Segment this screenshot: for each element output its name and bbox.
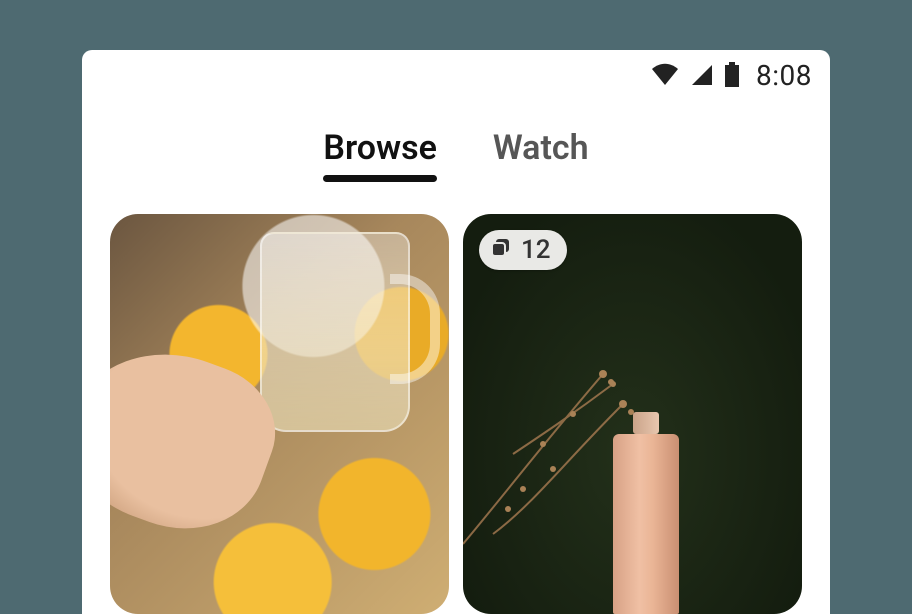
tab-browse[interactable]: Browse bbox=[323, 128, 436, 168]
battery-icon bbox=[724, 62, 740, 88]
card-lemons[interactable] bbox=[110, 214, 449, 614]
wifi-icon bbox=[650, 63, 680, 87]
pitcher-illustration bbox=[260, 232, 410, 432]
device-frame: 8:08 Browse Watch bbox=[82, 50, 830, 614]
tube-illustration bbox=[613, 434, 679, 614]
tab-bar: Browse Watch bbox=[82, 100, 830, 194]
collection-badge: 12 bbox=[479, 230, 567, 270]
status-bar: 8:08 bbox=[82, 50, 830, 100]
tab-watch[interactable]: Watch bbox=[493, 128, 589, 168]
content-grid: 12 bbox=[82, 194, 830, 614]
cellular-icon bbox=[690, 63, 714, 87]
card-product[interactable]: 12 bbox=[463, 214, 802, 614]
status-time: 8:08 bbox=[756, 59, 812, 92]
badge-count: 12 bbox=[521, 235, 551, 265]
stack-icon bbox=[489, 236, 513, 264]
